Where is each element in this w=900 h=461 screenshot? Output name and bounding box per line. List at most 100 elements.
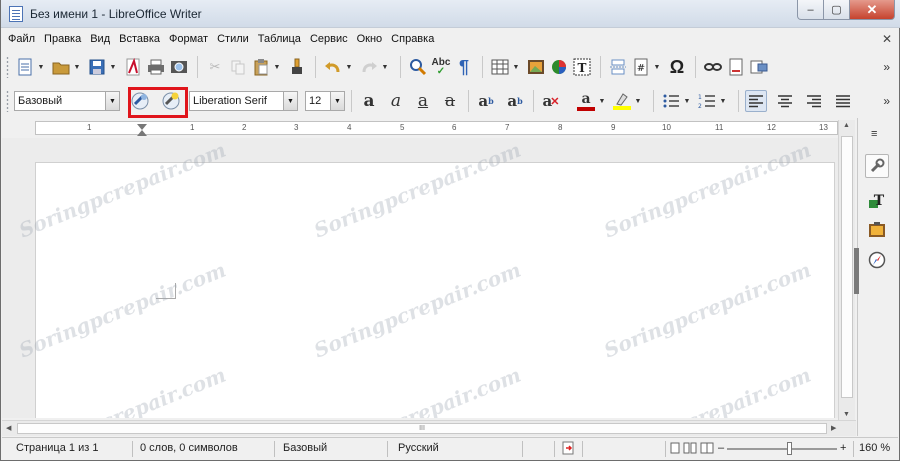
insert-hyperlink-icon[interactable]	[702, 56, 724, 78]
paste-icon[interactable]	[250, 56, 272, 78]
document-page[interactable]	[35, 162, 835, 418]
navigator-icon[interactable]	[865, 248, 889, 272]
export-pdf-icon[interactable]	[122, 56, 144, 78]
paragraph-style-combo[interactable]: Базовый ▼	[14, 91, 120, 111]
toolbar-grip[interactable]	[6, 90, 9, 112]
zoom-percent[interactable]: 160 %	[859, 442, 890, 454]
menu-format[interactable]: Формат	[169, 33, 208, 45]
menu-window[interactable]: Окно	[357, 33, 383, 45]
bold-icon[interactable]: a	[358, 90, 380, 112]
multi-page-view-icon[interactable]	[683, 442, 697, 457]
align-left-icon[interactable]	[745, 90, 767, 112]
copy-icon[interactable]	[227, 56, 249, 78]
horizontal-scroll-thumb[interactable]: III	[17, 423, 827, 434]
zoom-slider-knob[interactable]	[787, 442, 792, 455]
styles-icon[interactable]: T	[865, 188, 889, 212]
scroll-down-arrow[interactable]: ▼	[843, 411, 850, 418]
menu-edit[interactable]: Правка	[44, 33, 81, 45]
field-dropdown-arrow[interactable]: ▼	[653, 56, 661, 78]
vertical-scrollbar[interactable]: ▲ ▼	[838, 120, 855, 420]
menu-file[interactable]: Файл	[8, 33, 35, 45]
insert-chart-icon[interactable]	[548, 56, 570, 78]
paragraph-style-dropdown-arrow[interactable]: ▼	[105, 92, 119, 110]
insert-comment-icon[interactable]	[748, 56, 770, 78]
spelling-icon[interactable]: Abc ✓	[430, 56, 452, 78]
font-color-icon[interactable]: a	[575, 90, 597, 112]
close-button[interactable]: ✕	[850, 0, 895, 20]
new-dropdown-arrow[interactable]: ▼	[37, 56, 45, 78]
italic-icon[interactable]: a	[385, 90, 407, 112]
print-preview-icon[interactable]	[168, 56, 190, 78]
formatting-marks-icon[interactable]: ¶	[453, 56, 475, 78]
menu-table[interactable]: Таблица	[258, 33, 301, 45]
menu-help[interactable]: Справка	[391, 33, 434, 45]
align-center-icon[interactable]	[774, 90, 796, 112]
bullet-list-dropdown-arrow[interactable]: ▼	[683, 90, 691, 112]
underline-icon[interactable]: a	[412, 90, 434, 112]
insert-textbox-icon[interactable]: T	[571, 56, 593, 78]
document-area[interactable]: Soringpcrepair.com Soringpcrepair.com So…	[2, 138, 838, 418]
menu-styles[interactable]: Стили	[217, 33, 249, 45]
find-replace-icon[interactable]	[407, 56, 429, 78]
insert-table-icon[interactable]	[489, 56, 511, 78]
page-count[interactable]: Страница 1 из 1	[16, 442, 98, 454]
superscript-icon[interactable]: ab	[475, 90, 497, 112]
sidebar-collapse-handle[interactable]	[854, 248, 859, 294]
font-name-dropdown-arrow[interactable]: ▼	[283, 92, 297, 110]
scroll-up-arrow[interactable]: ▲	[843, 122, 850, 129]
bullet-list-icon[interactable]	[660, 90, 682, 112]
align-right-icon[interactable]	[803, 90, 825, 112]
font-size-combo[interactable]: 12 ▼	[305, 91, 345, 111]
paste-dropdown-arrow[interactable]: ▼	[273, 56, 281, 78]
scroll-left-arrow[interactable]: ◀	[6, 424, 11, 432]
properties-icon[interactable]	[865, 154, 889, 178]
menu-tools[interactable]: Сервис	[310, 33, 348, 45]
left-indent-marker[interactable]	[137, 130, 147, 136]
redo-dropdown-arrow[interactable]: ▼	[381, 56, 389, 78]
toolbar-grip[interactable]	[6, 56, 9, 78]
insert-field-icon[interactable]: #	[630, 56, 652, 78]
justify-icon[interactable]	[832, 90, 854, 112]
highlight-color-icon[interactable]	[611, 90, 633, 112]
page-style[interactable]: Базовый	[283, 442, 327, 454]
numbered-list-dropdown-arrow[interactable]: ▼	[719, 90, 727, 112]
toolbar-overflow-button[interactable]: »	[883, 94, 890, 108]
book-view-icon[interactable]	[700, 442, 714, 457]
numbered-list-icon[interactable]: 12	[696, 90, 718, 112]
underline-dropdown-arrow[interactable]	[435, 90, 437, 112]
document-modified-icon[interactable]	[562, 441, 574, 458]
open-dropdown-arrow[interactable]: ▼	[73, 56, 81, 78]
scroll-right-arrow[interactable]: ▶	[831, 424, 836, 432]
open-folder-icon[interactable]	[50, 56, 72, 78]
highlight-dropdown-arrow[interactable]: ▼	[634, 90, 642, 112]
font-color-dropdown-arrow[interactable]: ▼	[598, 90, 606, 112]
horizontal-ruler[interactable]: 1 1 2 3 4 5 6 7 8 9 10 11 12 13	[35, 121, 838, 136]
word-count[interactable]: 0 слов, 0 символов	[140, 442, 238, 454]
single-page-view-icon[interactable]	[670, 442, 680, 457]
vertical-scroll-thumb[interactable]	[841, 136, 853, 398]
font-name-combo[interactable]: Liberation Serif ▼	[189, 91, 298, 111]
clear-formatting-icon[interactable]: a ✕	[540, 90, 562, 112]
gallery-icon[interactable]	[865, 218, 889, 242]
save-icon[interactable]	[86, 56, 108, 78]
insert-footnote-icon[interactable]	[725, 56, 747, 78]
language[interactable]: Русский	[398, 442, 439, 454]
special-character-icon[interactable]: Ω	[666, 56, 688, 78]
cut-icon[interactable]: ✂	[204, 56, 226, 78]
maximize-button[interactable]: ▢	[824, 0, 850, 20]
zoom-in-button[interactable]: +	[840, 442, 846, 454]
clone-formatting-icon[interactable]	[286, 56, 308, 78]
redo-icon[interactable]	[358, 56, 380, 78]
menu-insert[interactable]: Вставка	[119, 33, 160, 45]
new-document-icon[interactable]	[14, 56, 36, 78]
toolbar-overflow-button[interactable]: »	[883, 60, 890, 74]
strikethrough-icon[interactable]: a	[439, 90, 461, 112]
insert-page-break-icon[interactable]	[607, 56, 629, 78]
sidebar-menu-button[interactable]: ≡	[871, 128, 877, 140]
table-dropdown-arrow[interactable]: ▼	[512, 56, 520, 78]
zoom-slider-track[interactable]	[727, 448, 837, 450]
save-dropdown-arrow[interactable]: ▼	[109, 56, 117, 78]
menu-view[interactable]: Вид	[90, 33, 110, 45]
zoom-out-button[interactable]: –	[718, 442, 724, 454]
font-size-dropdown-arrow[interactable]: ▼	[330, 92, 344, 110]
